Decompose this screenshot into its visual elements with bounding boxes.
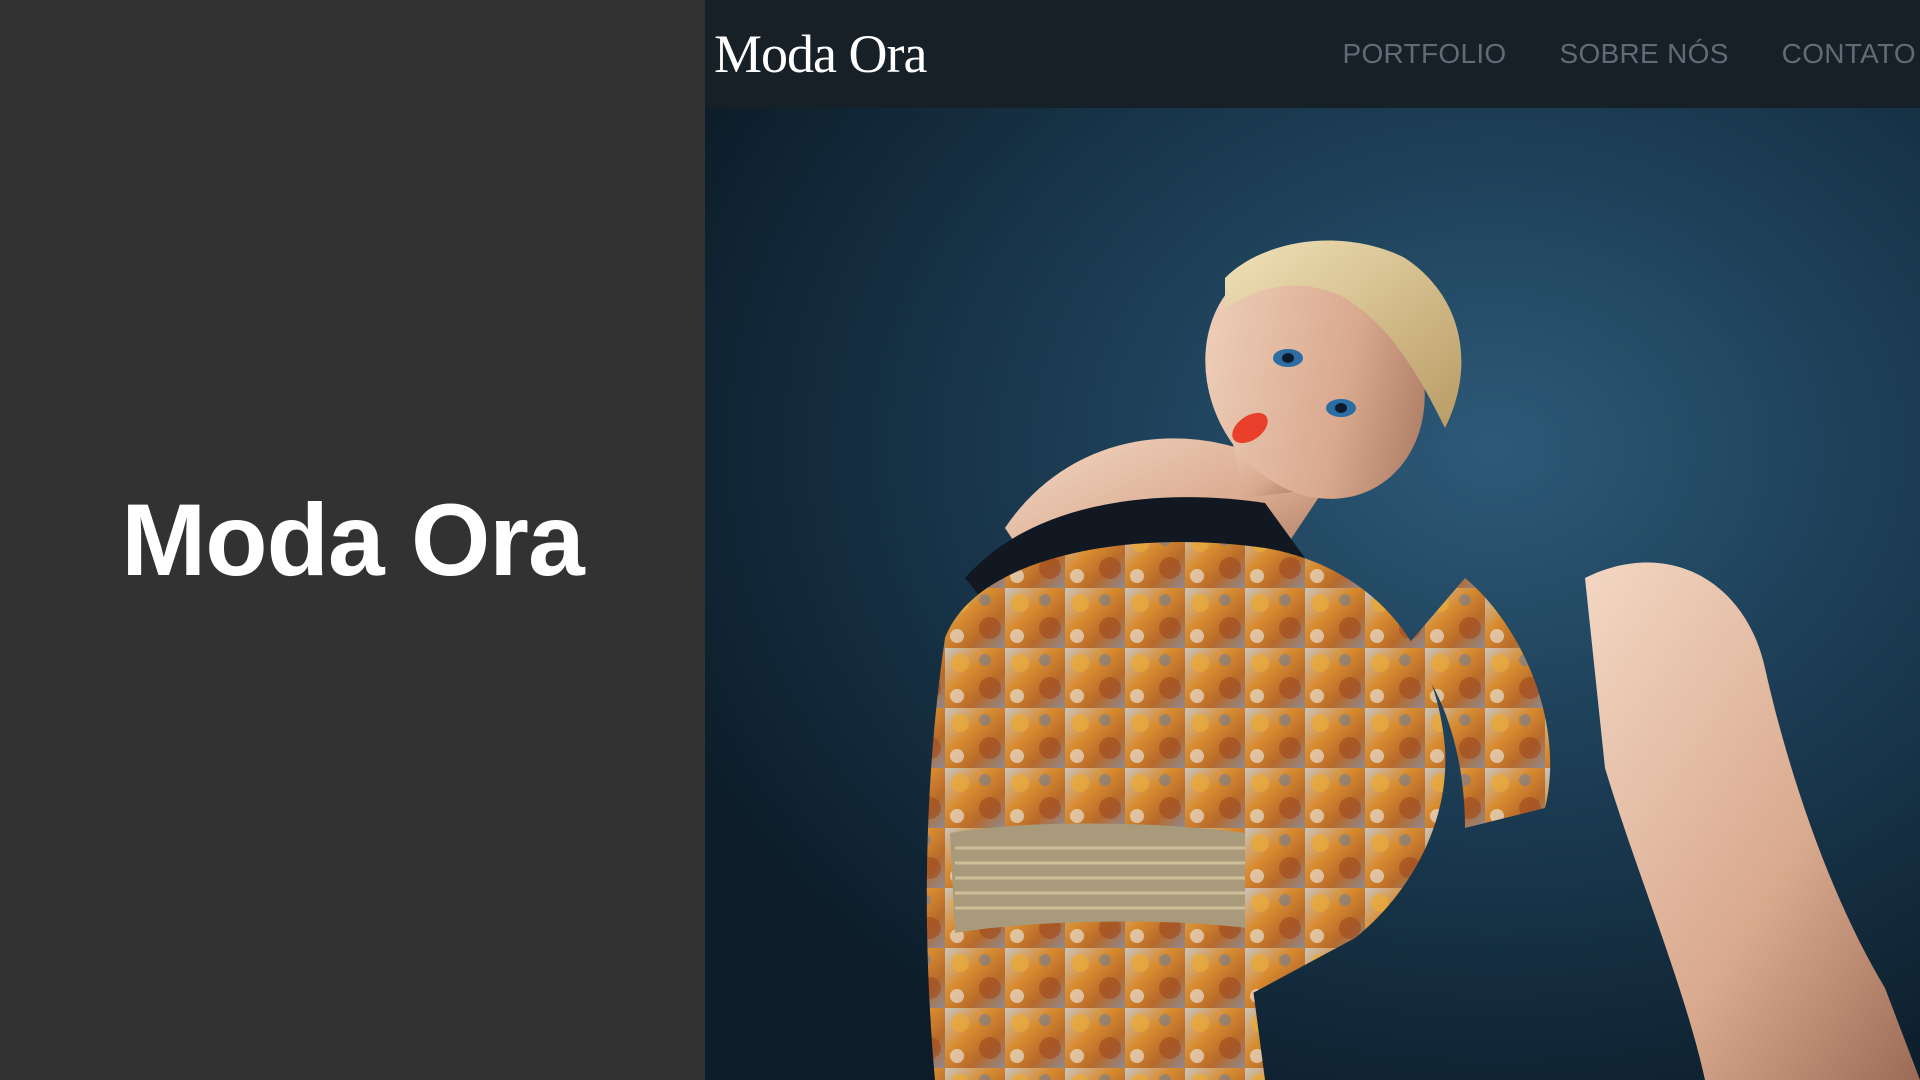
slide-title: Moda Ora xyxy=(121,482,584,597)
nav-links: PORTFOLIO SOBRE NÓS CONTATO xyxy=(1342,38,1920,70)
hero-image xyxy=(705,108,1920,1080)
nav-link-sobre-nos[interactable]: SOBRE NÓS xyxy=(1559,38,1728,70)
hero-photo-illustration xyxy=(705,108,1920,1080)
brand-logo[interactable]: Moda Ora xyxy=(714,27,927,81)
site-navbar: Moda Ora PORTFOLIO SOBRE NÓS CONTATO xyxy=(705,0,1920,108)
page: Moda Ora Moda Ora PORTFOLIO SOBRE NÓS CO… xyxy=(0,0,1920,1080)
nav-link-portfolio[interactable]: PORTFOLIO xyxy=(1342,38,1506,70)
title-panel: Moda Ora xyxy=(0,0,705,1080)
website-preview: Moda Ora PORTFOLIO SOBRE NÓS CONTATO xyxy=(705,0,1920,1080)
nav-link-contato[interactable]: CONTATO xyxy=(1782,38,1916,70)
